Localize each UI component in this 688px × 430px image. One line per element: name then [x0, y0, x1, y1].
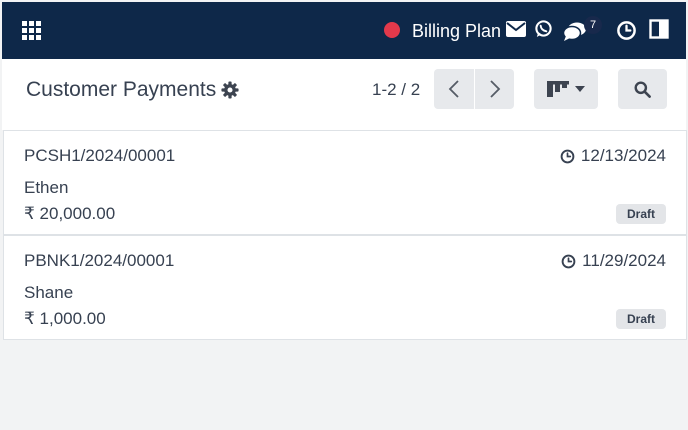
status-dot-icon [384, 22, 400, 38]
clock-icon[interactable] [616, 20, 637, 41]
page-title: Customer Payments [26, 78, 217, 101]
whatsapp-icon[interactable] [534, 19, 553, 38]
kanban-record-card[interactable]: PBNK1/2024/00001 11/29/2024 Shane ₹ 1,00… [3, 235, 687, 340]
gear-icon[interactable] [221, 81, 239, 99]
payment-date-text: 11/29/2024 [582, 251, 666, 270]
apps-menu-icon[interactable] [22, 21, 44, 41]
status-badge: Draft [615, 309, 666, 329]
pager-previous-button[interactable] [434, 69, 474, 109]
chevron-left-icon [448, 80, 459, 98]
kanban-record-card[interactable]: PCSH1/2024/00001 12/13/2024 Ethen ₹ 20,0… [3, 130, 687, 235]
payment-date: 11/29/2024 [561, 251, 666, 271]
pager-value[interactable]: 1-2 / 2 [372, 80, 420, 100]
envelope-icon[interactable] [506, 21, 526, 37]
top-navbar: Billing Plan 7 [2, 2, 686, 59]
partner-name: Ethen [24, 178, 69, 197]
status-badge: Draft [615, 204, 666, 224]
view-switcher-button[interactable] [534, 69, 598, 109]
billing-plan-link[interactable]: Billing Plan [412, 21, 501, 42]
clock-icon [560, 149, 575, 163]
pager-next-button[interactable] [475, 69, 514, 109]
payment-reference: PBNK1/2024/00001 [24, 251, 175, 270]
search-icon [634, 80, 651, 98]
payment-amount: ₹ 1,000.00 [24, 309, 106, 328]
payment-date: 12/13/2024 [560, 146, 666, 166]
payment-amount: ₹ 20,000.00 [24, 204, 116, 223]
search-button[interactable] [618, 69, 667, 109]
split-panel-icon[interactable] [649, 19, 669, 39]
messages-count-badge: 7 [584, 16, 602, 34]
caret-down-icon [575, 86, 585, 92]
partner-name: Shane [24, 283, 74, 302]
payment-reference: PCSH1/2024/00001 [24, 146, 176, 165]
kanban-view-icon [547, 81, 569, 97]
payment-date-text: 12/13/2024 [580, 146, 666, 165]
clock-icon [561, 254, 576, 268]
chevron-right-icon [489, 80, 500, 98]
